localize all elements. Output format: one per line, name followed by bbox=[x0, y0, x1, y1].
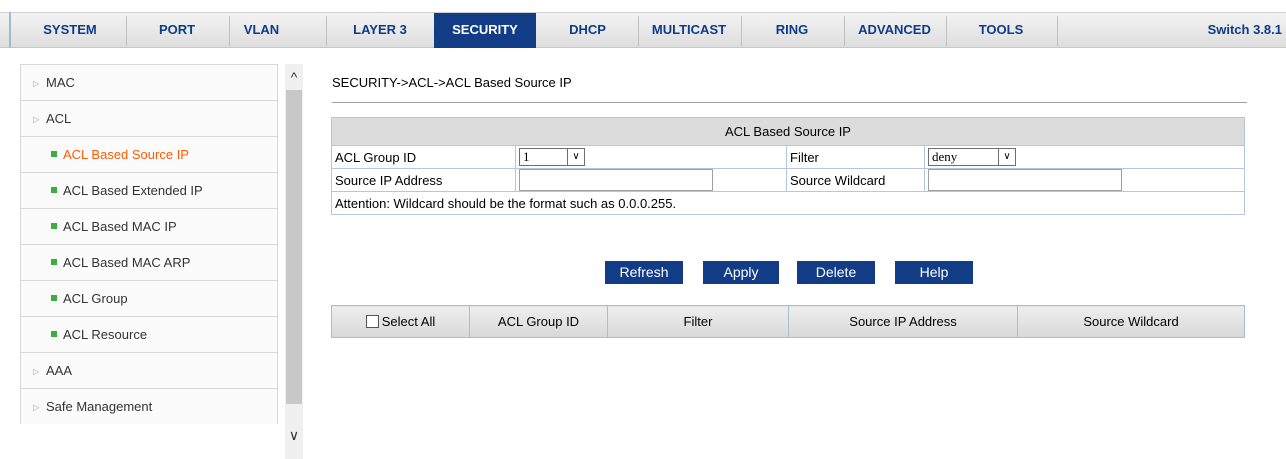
attention-note: Attention: Wildcard should be the format… bbox=[331, 191, 1245, 215]
column-header-filter: Filter bbox=[607, 305, 789, 338]
tab-divider bbox=[1057, 16, 1058, 46]
help-button[interactable]: Help bbox=[895, 261, 973, 284]
sidebar-item-label: ACL Based Extended IP bbox=[63, 183, 203, 198]
filter-label: Filter bbox=[786, 145, 925, 169]
tab-dhcp[interactable]: DHCP bbox=[537, 13, 638, 47]
tab-tools[interactable]: TOOLS bbox=[946, 13, 1056, 47]
column-header-source-ip: Source IP Address bbox=[788, 305, 1018, 338]
bullet-icon bbox=[51, 187, 57, 193]
sidebar-item-aaa[interactable]: ▷ AAA bbox=[20, 352, 278, 388]
tab-multicast[interactable]: MULTICAST bbox=[638, 13, 740, 47]
acl-list-table: Select All ACL Group ID Filter Source IP… bbox=[331, 305, 1245, 338]
sidebar-menu: ▷ MAC ▷ ACL ACL Based Source IP ACL Based … bbox=[20, 64, 278, 424]
caret-right-icon: ▷ bbox=[33, 403, 40, 412]
source-ip-cell bbox=[515, 168, 787, 192]
tab-layer3[interactable]: LAYER 3 bbox=[326, 13, 434, 47]
source-ip-label: Source IP Address bbox=[331, 168, 516, 192]
select-all-label: Select All bbox=[381, 314, 436, 329]
acl-form: ACL Based Source IP ACL Group ID 1 ∨ Fil… bbox=[331, 117, 1245, 215]
bullet-icon bbox=[51, 151, 57, 157]
caret-right-icon: ▷ bbox=[33, 79, 40, 88]
version-label: Switch 3.8.1 bbox=[1207, 22, 1282, 37]
bullet-icon bbox=[51, 331, 57, 337]
sidebar-item-label: ACL Based MAC IP bbox=[63, 219, 177, 234]
group-id-label: ACL Group ID bbox=[331, 145, 516, 169]
sidebar-item-acl-resource[interactable]: ACL Resource bbox=[20, 316, 278, 352]
sidebar-item-label: AAA bbox=[46, 363, 73, 378]
chevron-down-icon[interactable]: ∨ bbox=[998, 149, 1015, 165]
tab-security[interactable]: SECURITY bbox=[434, 13, 536, 48]
select-all-header[interactable]: Select All bbox=[331, 305, 470, 338]
tab-system[interactable]: SYSTEM bbox=[20, 13, 120, 47]
sidebar-item-acl-based-mac-ip[interactable]: ACL Based MAC IP bbox=[20, 208, 278, 244]
wildcard-label: Source Wildcard bbox=[786, 168, 925, 192]
bullet-icon bbox=[51, 259, 57, 265]
sidebar-item-acl-based-extended-ip[interactable]: ACL Based Extended IP bbox=[20, 172, 278, 208]
bullet-icon bbox=[51, 223, 57, 229]
refresh-button[interactable]: Refresh bbox=[605, 261, 683, 284]
column-header-source-wildcard: Source Wildcard bbox=[1017, 305, 1245, 338]
source-wildcard-input[interactable] bbox=[928, 169, 1122, 191]
sidebar-item-label: ACL Resource bbox=[63, 327, 148, 342]
filter-cell: deny ∨ bbox=[924, 145, 1245, 169]
tab-port[interactable]: PORT bbox=[126, 13, 228, 47]
tab-ring[interactable]: RING bbox=[741, 13, 843, 47]
sidebar-scrollbar[interactable]: ^ ∨ bbox=[285, 64, 303, 459]
breadcrumb: SECURITY->ACL->ACL Based Source IP bbox=[332, 75, 572, 90]
scroll-up-icon[interactable]: ^ bbox=[285, 64, 303, 90]
tab-vlan[interactable]: VLAN bbox=[229, 13, 294, 47]
select-all-checkbox[interactable] bbox=[365, 315, 379, 328]
scroll-down-icon[interactable]: ∨ bbox=[285, 422, 303, 448]
column-header-group-id: ACL Group ID bbox=[469, 305, 608, 338]
nav-left-border bbox=[9, 12, 11, 48]
caret-right-icon: ▷ bbox=[33, 115, 40, 124]
breadcrumb-divider bbox=[332, 102, 1247, 103]
source-ip-input[interactable] bbox=[519, 169, 713, 191]
sidebar-item-label: ACL bbox=[46, 111, 72, 126]
delete-button[interactable]: Delete bbox=[797, 261, 875, 284]
filter-select[interactable]: deny ∨ bbox=[928, 148, 1016, 166]
sidebar-item-label: ACL Based MAC ARP bbox=[63, 255, 191, 270]
group-id-cell: 1 ∨ bbox=[515, 145, 787, 169]
chevron-down-icon[interactable]: ∨ bbox=[567, 149, 584, 165]
scrollbar-thumb[interactable] bbox=[286, 90, 302, 404]
group-id-value: 1 bbox=[523, 149, 530, 164]
table-header-row: Select All ACL Group ID Filter Source IP… bbox=[331, 305, 1245, 338]
tab-advanced[interactable]: ADVANCED bbox=[844, 13, 945, 47]
sidebar-item-acl-group[interactable]: ACL Group bbox=[20, 280, 278, 316]
bullet-icon bbox=[51, 295, 57, 301]
sidebar-item-safe-management[interactable]: ▷ Safe Management bbox=[20, 388, 278, 424]
sidebar-item-acl[interactable]: ▷ ACL bbox=[20, 100, 278, 136]
sidebar-item-label: ACL Group bbox=[63, 291, 128, 306]
form-title: ACL Based Source IP bbox=[331, 117, 1245, 146]
apply-button[interactable]: Apply bbox=[703, 261, 779, 284]
top-navigation: SYSTEM PORT VLAN LAYER 3 SECURITY DHCP M… bbox=[0, 0, 1286, 48]
filter-value: deny bbox=[932, 149, 958, 164]
caret-right-icon: ▷ bbox=[33, 367, 40, 376]
sidebar-item-label: MAC bbox=[46, 75, 75, 90]
sidebar-item-acl-based-source-ip[interactable]: ACL Based Source IP bbox=[20, 136, 278, 172]
sidebar: ▷ MAC ▷ ACL ACL Based Source IP ACL Based … bbox=[20, 64, 306, 459]
group-id-select[interactable]: 1 ∨ bbox=[519, 148, 585, 166]
sidebar-item-acl-based-mac-arp[interactable]: ACL Based MAC ARP bbox=[20, 244, 278, 280]
sidebar-item-label: ACL Based Source IP bbox=[63, 147, 189, 162]
sidebar-item-label: Safe Management bbox=[46, 399, 153, 414]
wildcard-cell bbox=[924, 168, 1245, 192]
sidebar-item-mac[interactable]: ▷ MAC bbox=[20, 64, 278, 100]
